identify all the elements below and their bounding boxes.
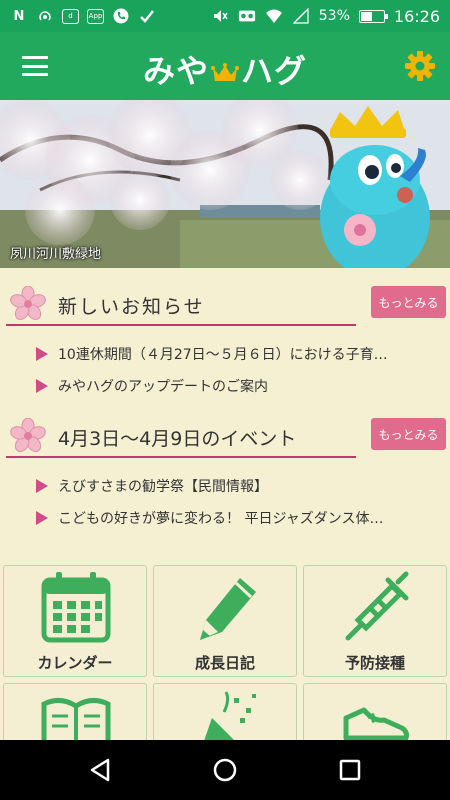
back-icon[interactable] — [86, 756, 114, 784]
bullet-triangle-icon — [36, 479, 48, 493]
event-item[interactable]: えびすさまの勧学祭【民間情報】 — [36, 470, 426, 502]
battery-level — [360, 11, 372, 21]
signal-icon — [292, 8, 310, 24]
news-heading: 新しいお知らせ — [58, 296, 205, 318]
news-more-button[interactable]: もっとみる — [371, 286, 446, 318]
battery-icon — [358, 9, 388, 23]
event-item-text: えびすさまの勧学祭【民間情報】 — [58, 479, 268, 495]
wifi-icon — [265, 8, 283, 24]
voicemail-icon — [238, 8, 256, 24]
calendar-tile[interactable]: カレンダー — [3, 565, 147, 677]
news-section-header: 新しいお知らせ もっとみる — [6, 286, 446, 326]
events-more-button[interactable]: もっとみる — [371, 418, 446, 450]
system-icons: 53% 16:26 — [211, 7, 440, 26]
news-item-text: みやハグのアップデートのご案内 — [58, 379, 268, 395]
events-section-header: 4月3日～4月9日のイベント もっとみる — [6, 418, 446, 458]
app-title-right: ハグ — [241, 52, 308, 90]
n-icon: N — [13, 8, 25, 24]
event-item-text: こどもの好きが夢に変わる！ 平日ジャズダンス体… — [58, 511, 384, 527]
sakura-icon — [10, 286, 46, 320]
app-icon: App — [87, 8, 104, 24]
clock: 16:26 — [393, 6, 440, 26]
gear-icon[interactable] — [404, 50, 436, 82]
status-bar: N d App 53% 16:26 — [0, 0, 450, 32]
crown-icon — [211, 63, 239, 81]
pencil-icon — [200, 578, 256, 640]
news-list: 10連休期間（４月27日～５月６日）における子育… みやハグのアップデートのご案… — [36, 338, 426, 402]
section-divider — [6, 324, 356, 326]
notification-icons: N d App — [10, 8, 156, 24]
mute-icon — [211, 8, 229, 24]
vaccination-tile[interactable]: 予防接種 — [303, 565, 447, 677]
calendar-icon — [41, 572, 111, 643]
news-item[interactable]: 10連休期間（４月27日～５月６日）における子育… — [36, 338, 426, 370]
system-nav-bar — [0, 740, 450, 800]
news-item[interactable]: みやハグのアップデートのご案内 — [36, 370, 426, 402]
bullet-triangle-icon — [36, 347, 48, 361]
tile-label: カレンダー — [37, 654, 113, 672]
home-icon[interactable] — [211, 756, 239, 784]
hero-caption: 夙川河川敷緑地 — [10, 247, 102, 262]
recents-icon[interactable] — [336, 756, 364, 784]
bullet-triangle-icon — [36, 511, 48, 525]
app-bar: みや ハグ — [0, 32, 450, 100]
event-item[interactable]: こどもの好きが夢に変わる！ 平日ジャズダンス体… — [36, 502, 426, 534]
section-divider — [6, 456, 356, 458]
app-title: みや ハグ — [0, 46, 450, 92]
events-heading: 4月3日～4月9日のイベント — [58, 428, 297, 450]
hero-banner[interactable]: 夙川河川敷緑地 — [0, 100, 450, 268]
events-list: えびすさまの勧学祭【民間情報】 こどもの好きが夢に変わる！ 平日ジャズダンス体… — [36, 470, 426, 534]
bullet-triangle-icon — [36, 379, 48, 393]
growth-diary-tile[interactable]: 成長日記 — [153, 565, 297, 677]
app-title-left: みや — [142, 52, 209, 90]
tile-label: 成長日記 — [194, 654, 255, 672]
battery-percent: 53% — [318, 8, 350, 24]
d-icon: d — [62, 8, 79, 24]
news-item-text: 10連休期間（４月27日～５月６日）における子育… — [58, 347, 388, 363]
sakura-icon — [10, 418, 46, 452]
check-icon — [138, 8, 156, 24]
phone-icon — [112, 8, 130, 24]
hotspot-icon — [36, 8, 54, 24]
syringe-icon — [345, 571, 409, 641]
tile-label: 予防接種 — [344, 654, 405, 672]
